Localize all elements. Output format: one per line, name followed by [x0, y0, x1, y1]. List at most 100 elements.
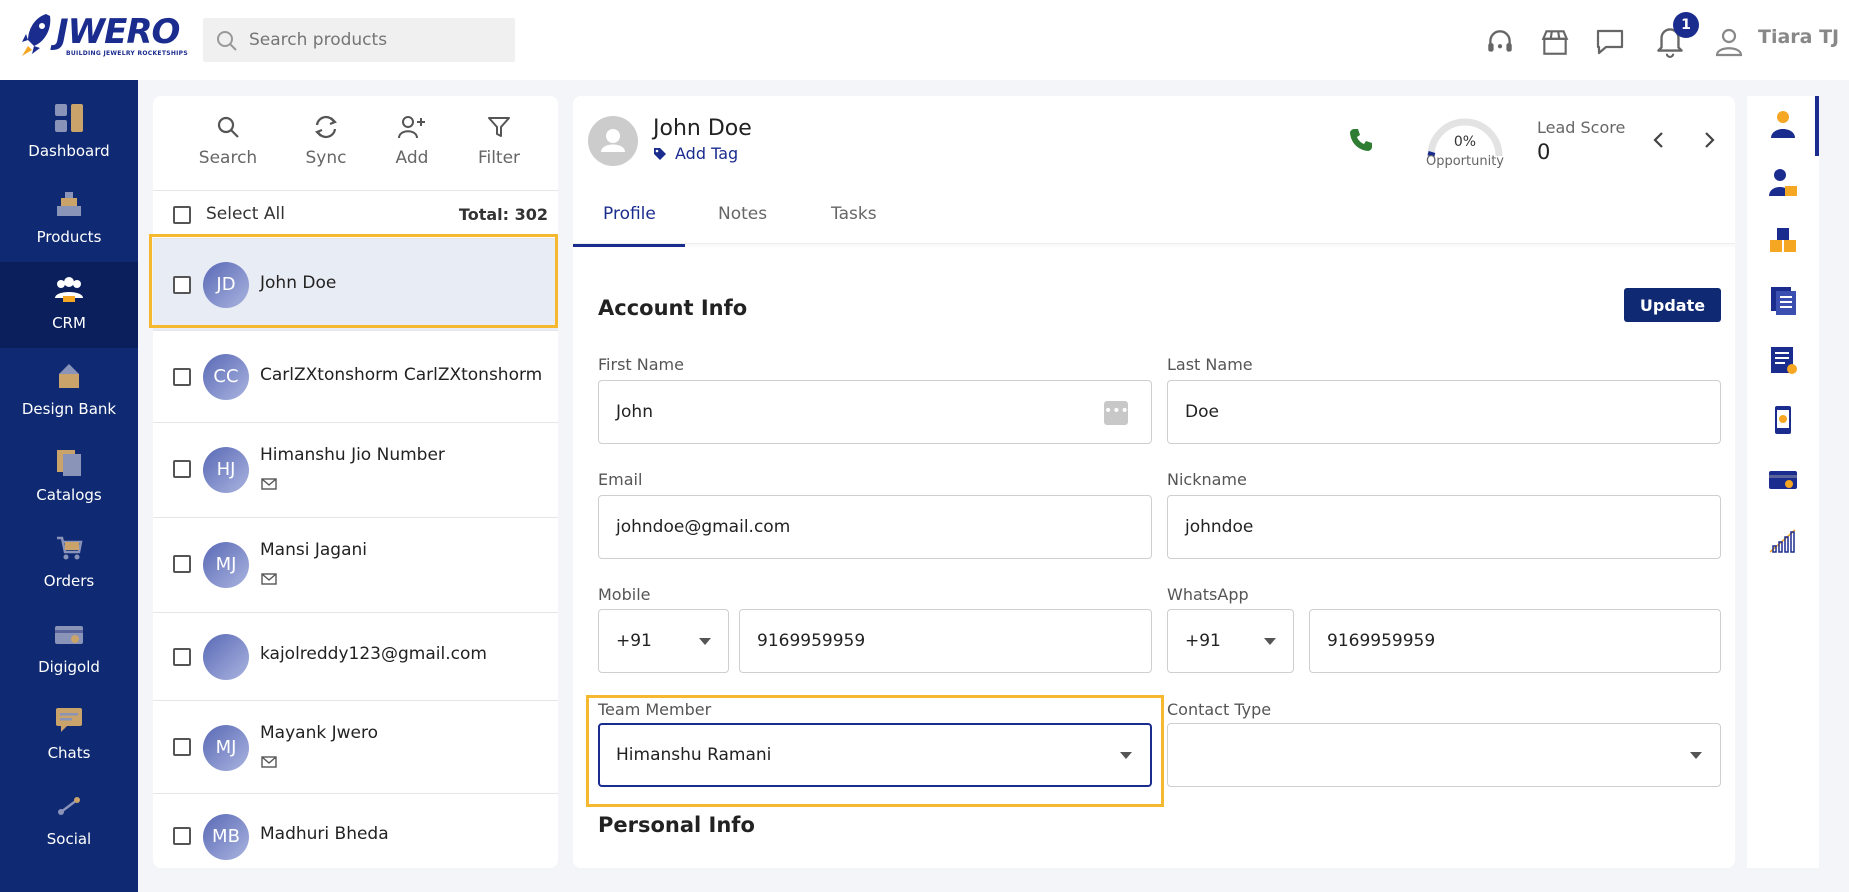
add-person-icon [398, 116, 425, 139]
nav-dashboard[interactable]: Dashboard [0, 90, 138, 176]
jwero-logo[interactable]: JWERO BUILDING JEWELRY ROCKETSHIPS [20, 12, 190, 60]
product-search[interactable] [203, 18, 515, 62]
whatsapp-country-code-select[interactable]: +91 [1167, 609, 1294, 673]
mobile-value: 9169959959 [757, 631, 866, 651]
row-checkbox[interactable] [173, 460, 191, 478]
first-name-field[interactable]: John ••• [598, 380, 1152, 444]
mobile-label: Mobile [598, 585, 651, 604]
contact-row[interactable]: MJ Mayank Jwero [153, 700, 558, 793]
tool-label: Filter [477, 148, 521, 168]
mail-icon [261, 756, 277, 768]
checklist-icon[interactable] [1767, 344, 1799, 376]
store-icon[interactable] [1539, 24, 1571, 60]
nickname-value: johndoe [1185, 517, 1254, 537]
opportunity-value: 0% [1453, 134, 1477, 150]
catalogs-icon [57, 450, 81, 476]
contact-name: Mayank Jwero [260, 723, 378, 743]
contact-row[interactable]: MB Madhuri Bheda [153, 793, 558, 868]
support-headset-icon[interactable] [1484, 24, 1516, 60]
nav-digigold[interactable]: Digigold [0, 606, 138, 692]
profile-avatar [588, 116, 638, 166]
row-checkbox[interactable] [173, 555, 191, 573]
nickname-label: Nickname [1167, 470, 1247, 489]
nav-label: Catalogs [36, 486, 102, 504]
rocket-logo-icon [22, 14, 51, 56]
nav-products[interactable]: Products [0, 176, 138, 262]
row-checkbox[interactable] [173, 648, 191, 666]
whatsapp-label: WhatsApp [1167, 585, 1249, 604]
search-tool-button[interactable]: Search [188, 114, 268, 168]
mobile-country-code-select[interactable]: +91 [598, 609, 729, 673]
more-options-icon[interactable]: ••• [1104, 401, 1129, 425]
previous-contact-chevron-icon[interactable] [1649, 130, 1669, 150]
contact-type-select[interactable] [1167, 723, 1721, 787]
nav-orders[interactable]: Orders [0, 520, 138, 606]
avatar: HJ [203, 447, 249, 493]
chat-bubble-icon[interactable] [1594, 24, 1626, 60]
list-header: Select All Total: 302 [153, 190, 558, 238]
avatar [203, 634, 249, 680]
person-lock-icon[interactable] [1767, 166, 1799, 198]
add-contact-button[interactable]: Add [372, 114, 452, 168]
catalog-list-icon[interactable] [1767, 284, 1799, 316]
whatsapp-number-field[interactable]: 9169959959 [1309, 609, 1721, 673]
row-checkbox[interactable] [173, 738, 191, 756]
profile-person-icon[interactable] [1767, 108, 1799, 140]
rail-active-indicator [1815, 96, 1819, 156]
user-avatar-icon[interactable] [1713, 24, 1745, 60]
team-member-highlight [586, 695, 1164, 807]
boxes-icon[interactable] [1767, 224, 1799, 256]
filter-tool-button[interactable]: Filter [459, 114, 539, 168]
design-bank-icon [59, 364, 79, 388]
user-name[interactable]: Tiara TJ [1758, 26, 1839, 48]
products-icon [57, 192, 81, 216]
avatar: CC [203, 354, 249, 400]
nav-design-bank[interactable]: Design Bank [0, 348, 138, 434]
nav-crm[interactable]: CRM [0, 262, 138, 348]
tab-tasks[interactable]: Tasks [831, 204, 877, 224]
next-contact-chevron-icon[interactable] [1699, 130, 1719, 150]
contact-type-label: Contact Type [1167, 700, 1272, 719]
contact-row[interactable]: HJ Himanshu Jio Number [153, 422, 558, 517]
last-name-field[interactable]: Doe [1167, 380, 1721, 444]
add-tag-button[interactable]: Add Tag [653, 144, 738, 163]
contact-row[interactable]: kajolreddy123@gmail.com [153, 612, 558, 700]
email-value: johndoe@gmail.com [616, 517, 791, 537]
tool-label: Add [395, 148, 429, 168]
account-info-title: Account Info [598, 296, 748, 320]
row-checkbox[interactable] [173, 368, 191, 386]
first-name-label: First Name [598, 355, 684, 374]
tab-profile[interactable]: Profile [603, 204, 656, 224]
tab-notes[interactable]: Notes [718, 204, 767, 224]
mobile-chat-icon[interactable] [1767, 404, 1799, 436]
nav-social[interactable]: Social [0, 778, 138, 864]
contact-name: CarlZXtonshorm CarlZXtonshorm [260, 365, 543, 385]
row-checkbox[interactable] [173, 827, 191, 845]
contact-row[interactable]: CC CarlZXtonshorm CarlZXtonshorm [153, 330, 558, 422]
nickname-field[interactable]: johndoe [1167, 495, 1721, 559]
nav-catalogs[interactable]: Catalogs [0, 434, 138, 520]
top-bar: JWERO BUILDING JEWELRY ROCKETSHIPS 1 Tia… [0, 0, 1849, 80]
notification-badge: 1 [1673, 12, 1699, 38]
nav-label: Digigold [38, 658, 100, 676]
mobile-number-field[interactable]: 9169959959 [739, 609, 1152, 673]
payment-card-icon[interactable] [1767, 464, 1799, 496]
update-button[interactable]: Update [1624, 288, 1721, 322]
sync-tool-button[interactable]: Sync [286, 114, 366, 168]
add-tag-label: Add Tag [675, 144, 739, 163]
lead-score-value: 0 [1537, 140, 1551, 164]
analytics-chart-icon[interactable] [1767, 524, 1799, 556]
selected-row-highlight [149, 234, 558, 328]
dashboard-icon [55, 104, 83, 132]
nav-label: Design Bank [21, 400, 117, 418]
last-name-value: Doe [1185, 402, 1219, 422]
email-field[interactable]: johndoe@gmail.com [598, 495, 1152, 559]
contact-row[interactable]: MJ Mansi Jagani [153, 517, 558, 612]
phone-call-icon[interactable] [1348, 127, 1374, 153]
filter-icon [488, 117, 510, 137]
search-input[interactable] [249, 18, 499, 62]
nav-label: Chats [47, 744, 91, 762]
select-all-checkbox[interactable] [173, 206, 191, 224]
whatsapp-value: 9169959959 [1327, 631, 1436, 651]
nav-chats[interactable]: Chats [0, 692, 138, 778]
